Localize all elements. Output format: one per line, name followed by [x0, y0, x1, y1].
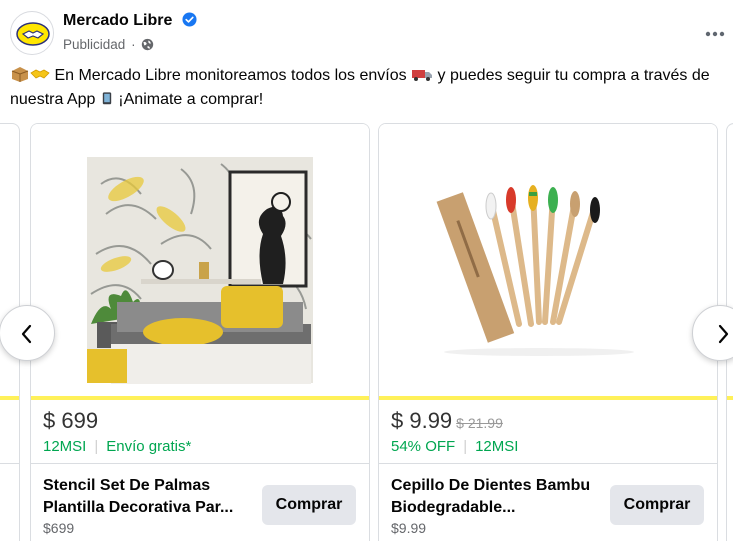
more-horizontal-icon: [705, 31, 725, 37]
tags-row: 12MSI | Envío gratis*: [43, 438, 357, 455]
price-row: $ 9.99 $ 21.99: [391, 408, 705, 434]
meta-separator: ·: [131, 37, 136, 52]
caption-text-1: En Mercado Libre monitoreamos todos los …: [50, 67, 412, 84]
product-image-stencil[interactable]: [31, 124, 369, 396]
mobile-phone-emoji-icon: [102, 92, 112, 105]
buy-button[interactable]: Comprar: [610, 485, 704, 525]
card-footer: Cepillo De Dientes Bambu Biodegradable..…: [379, 463, 717, 541]
post-header: Mercado Libre Publicidad ·: [10, 11, 733, 59]
price: $ 699: [43, 408, 99, 433]
product-subprice: $9.99: [391, 520, 427, 536]
card-price-area: $ 9.99 $ 21.99 54% OFF | 12MSI: [379, 400, 717, 463]
buy-button[interactable]: Comprar: [262, 485, 356, 525]
card-accent-stripe: [727, 396, 733, 400]
sponsored-label[interactable]: Publicidad: [63, 37, 125, 52]
handshake-emoji-icon: [30, 69, 50, 79]
product-title[interactable]: Cepillo De Dientes Bambu Biodegradable..…: [391, 475, 596, 519]
tags-row: 54% OFF | 12MSI: [391, 438, 705, 455]
page-name[interactable]: Mercado Libre: [63, 12, 197, 30]
living-room-image: [31, 124, 369, 396]
bamboo-toothbrush-image: [379, 124, 717, 396]
truck-emoji-icon: [412, 70, 433, 81]
chevron-right-icon: [718, 324, 729, 344]
post-caption: En Mercado Libre monitoreamos todos los …: [10, 64, 733, 112]
discount-tag: 54% OFF: [391, 438, 456, 455]
mercado-libre-logo-icon: [13, 14, 53, 54]
page-avatar[interactable]: [10, 11, 54, 55]
chevron-left-icon: [21, 324, 32, 344]
msi-tag: 12MSI: [475, 438, 519, 455]
product-card[interactable]: $ 9.99 $ 21.99 54% OFF | 12MSI Cepillo De D…: [378, 123, 718, 541]
card-footer: Stencil Set De Palmas Plantilla Decorati…: [31, 463, 369, 541]
package-emoji-icon: [11, 67, 29, 82]
caption-text-2-end: ¡Animate a comprar!: [113, 91, 264, 108]
card-footer: [0, 463, 19, 541]
product-title[interactable]: Stencil Set De Palmas Plantilla Decorati…: [43, 475, 248, 519]
caption-text-2: nuestra App: [10, 91, 100, 108]
page-name-label[interactable]: Mercado Libre: [63, 12, 172, 29]
price: $ 9.99: [391, 408, 453, 433]
caption-line-2: nuestra App ¡Animate a comprar!: [10, 88, 733, 112]
tag-separator: |: [94, 438, 99, 455]
verified-badge-icon: [182, 12, 197, 27]
globe-icon: [142, 38, 154, 51]
product-carousel: $ 699 12MSI | Envío gratis* Stencil Set De…: [0, 123, 733, 541]
product-subprice: $699: [43, 520, 75, 536]
price-row: $ 699: [43, 408, 357, 434]
caption-line-1: En Mercado Libre monitoreamos todos los …: [10, 64, 733, 88]
product-card[interactable]: $ 699 12MSI | Envío gratis* Stencil Set De…: [30, 123, 370, 541]
card-price-area: $ 699 12MSI | Envío gratis*: [31, 400, 369, 463]
msi-tag: 12MSI: [43, 438, 87, 455]
more-options-button[interactable]: [701, 19, 729, 43]
old-price: $ 21.99: [456, 415, 503, 431]
shipping-tag: Envío gratis*: [106, 438, 192, 455]
post-meta: Publicidad ·: [63, 37, 154, 52]
tag-separator: |: [463, 438, 468, 455]
card-accent-stripe: [0, 396, 19, 400]
caption-text-1-end: y puedes seguir tu compra a través de: [433, 67, 710, 84]
carousel-prev-button[interactable]: [0, 305, 55, 361]
product-image-toothbrush[interactable]: [379, 124, 717, 396]
